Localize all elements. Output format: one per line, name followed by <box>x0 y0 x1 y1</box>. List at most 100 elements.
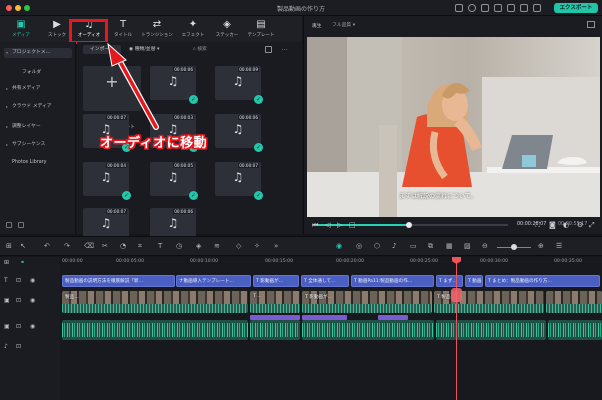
zoom-out-icon[interactable]: ⊖ <box>482 243 489 250</box>
image-icon[interactable]: ▨ <box>464 243 471 250</box>
audio-clip[interactable] <box>62 320 248 340</box>
lock-icon[interactable]: ⊡ <box>16 297 21 304</box>
delete-icon[interactable]: ⌫ <box>84 243 94 250</box>
split-screen-icon[interactable]: ▦ <box>446 243 453 250</box>
eye-icon[interactable]: ◉ <box>30 277 35 284</box>
video-clip[interactable]: T … <box>250 291 300 313</box>
tab-media[interactable]: ▣ メディア <box>4 18 38 40</box>
text-icon[interactable]: T <box>158 243 165 250</box>
title-clip[interactable]: T 影動画が… <box>253 275 299 287</box>
stop-icon[interactable]: □ <box>349 221 356 229</box>
title-clip[interactable]: T まず… <box>436 275 463 287</box>
audio-media-tile[interactable]: 00:00:09 ♫ ✓ <box>215 66 263 104</box>
audio-media-tile[interactable]: 00:00:06 ♫ ✓ <box>150 66 198 104</box>
timeline-ruler[interactable]: 00:00:00 00:00:05:00 00:00:10:00 00:00:15:0… <box>60 257 602 269</box>
audio-clip[interactable] <box>436 320 546 340</box>
layout-grid-icon[interactable]: ⊞ <box>6 243 13 250</box>
tab-titles[interactable]: T タイトル <box>106 18 140 40</box>
step-back-icon[interactable]: ⏮ <box>312 221 318 230</box>
sidebar-item-subsequence[interactable]: ▸ サブシーケンス <box>4 140 72 150</box>
volume-icon[interactable]: ◐ <box>563 221 569 229</box>
tab-templates[interactable]: ▤ テンプレート <box>244 18 278 40</box>
list-view-icon[interactable]: ☰ <box>556 243 563 250</box>
cloud-icon[interactable] <box>481 4 489 12</box>
headset-icon[interactable] <box>507 4 515 12</box>
audio-media-tile[interactable]: 00:00:04 ♫ ✓ <box>83 162 131 200</box>
keyframe-icon[interactable]: ◇ <box>236 243 243 250</box>
lock-icon[interactable]: ⊡ <box>16 343 21 350</box>
tab-effects[interactable]: ✦ エフェクト <box>176 18 210 40</box>
snapshot-tool-icon[interactable]: ⧉ <box>428 243 435 250</box>
ai-icon[interactable]: ✧ <box>254 243 261 250</box>
audio-clip[interactable] <box>302 320 434 340</box>
zoom-in-icon[interactable]: ⊕ <box>538 243 545 250</box>
import-media-tile[interactable]: + <box>83 66 141 111</box>
prev-frame-icon[interactable]: ◁ <box>325 221 330 229</box>
settings-icon[interactable]: ⚙ <box>577 221 583 229</box>
add-track-icon[interactable]: ⊞ <box>4 259 9 266</box>
save-icon[interactable] <box>533 4 541 12</box>
marker-icon[interactable]: ◎ <box>356 243 363 250</box>
sidebar-item-folder[interactable]: フォルダ <box>4 68 72 78</box>
microphone-icon[interactable]: ♪ <box>392 243 399 250</box>
sidebar-item-photos-library[interactable]: Photos Library <box>4 158 72 168</box>
audio-media-tile[interactable]: 00:00:06 ♫ ✓ <box>215 114 263 152</box>
expand-icon[interactable]: ⤢ <box>589 221 595 230</box>
tab-stickers[interactable]: ◈ ステッカー <box>210 18 244 40</box>
filter-sort-dropdown[interactable]: ◉ 種類/並替 ▾ <box>129 45 177 54</box>
title-clip[interactable]: T 動画… <box>465 275 483 287</box>
audio-media-tile[interactable]: 00:00:05 ♫ ✓ <box>150 162 198 200</box>
render-icon[interactable]: ◉ <box>336 243 343 250</box>
playhead-line[interactable] <box>456 257 457 400</box>
clock-icon[interactable]: ◷ <box>176 243 183 250</box>
bell-icon[interactable] <box>494 4 502 12</box>
media-search-input[interactable]: ⌕ 検索 <box>193 45 243 54</box>
crop-icon[interactable]: ⌗ <box>138 243 145 250</box>
export-button[interactable]: エクスポート <box>554 3 598 13</box>
account-icon[interactable] <box>468 4 476 12</box>
tab-transitions[interactable]: ⇄ トランジション <box>140 18 174 40</box>
audio-adjust-icon[interactable]: ≋ <box>214 243 221 250</box>
more-icon[interactable]: … <box>281 45 288 53</box>
subtitle-icon[interactable]: ▭ <box>410 243 417 250</box>
filter-list-icon[interactable] <box>265 46 272 53</box>
grid-icon[interactable] <box>520 4 528 12</box>
video-clip[interactable]: 製品… <box>62 291 248 313</box>
audio-clip[interactable] <box>548 320 602 340</box>
color-icon[interactable]: ◈ <box>196 243 203 250</box>
video-clip[interactable]: T 影動画が… <box>302 291 432 313</box>
audio-media-tile[interactable]: 00:00:07 ♫ ✓ <box>215 162 263 200</box>
title-clip[interactable]: 製品動画の説明方法を徹底解説「新… <box>62 275 175 287</box>
more-tools-icon[interactable]: » <box>274 243 281 250</box>
layout-icon[interactable] <box>455 4 463 12</box>
zoom-slider-handle[interactable] <box>511 244 517 250</box>
title-clip[interactable]: T 動画Pa11:製品動画の作… <box>351 275 434 287</box>
import-button[interactable]: インポート <box>83 45 121 54</box>
speed-icon[interactable]: ◔ <box>120 243 127 250</box>
video-clip[interactable] <box>546 291 602 313</box>
link-icon[interactable]: ⚭ <box>20 259 25 266</box>
title-clip[interactable]: T 全体通して… <box>301 275 349 287</box>
snapshot-icon[interactable] <box>587 21 595 28</box>
folder-icon[interactable] <box>17 222 24 228</box>
select-cursor-icon[interactable]: ↖ <box>20 243 27 250</box>
lock-icon[interactable]: ⊡ <box>16 323 21 330</box>
sidebar-item-shared-media[interactable]: ▸ 共有メディア <box>4 84 72 94</box>
quality-dropdown[interactable]: フル品質 ▾ <box>332 21 355 28</box>
fullscreen-icon[interactable]: ⛶ <box>535 221 540 230</box>
cut-icon[interactable]: ✂ <box>102 243 109 250</box>
play-icon[interactable]: ▷ <box>337 221 342 229</box>
audio-clip[interactable] <box>250 320 300 340</box>
lock-icon[interactable]: ⊡ <box>16 277 21 284</box>
undo-icon[interactable]: ↶ <box>44 243 51 250</box>
sidebar-item-cloud-media[interactable]: ▸ クラウド メディア <box>4 102 72 112</box>
shield-icon[interactable]: ⬡ <box>374 243 381 250</box>
sidebar-item-project-media[interactable]: ▾ プロジェクトメ… <box>4 48 72 58</box>
title-clip[interactable]: ナ動画導入テンプレート… <box>176 275 251 287</box>
title-clip[interactable]: T まとめ：製品動画の作り方… <box>485 275 600 287</box>
eye-icon[interactable]: ◉ <box>30 297 35 304</box>
redo-icon[interactable]: ↷ <box>64 243 71 250</box>
new-folder-icon[interactable] <box>6 222 12 228</box>
sidebar-item-adjustment-layer[interactable]: ▸ 調整レイヤー <box>4 122 72 132</box>
eye-icon[interactable]: ◉ <box>30 323 35 330</box>
